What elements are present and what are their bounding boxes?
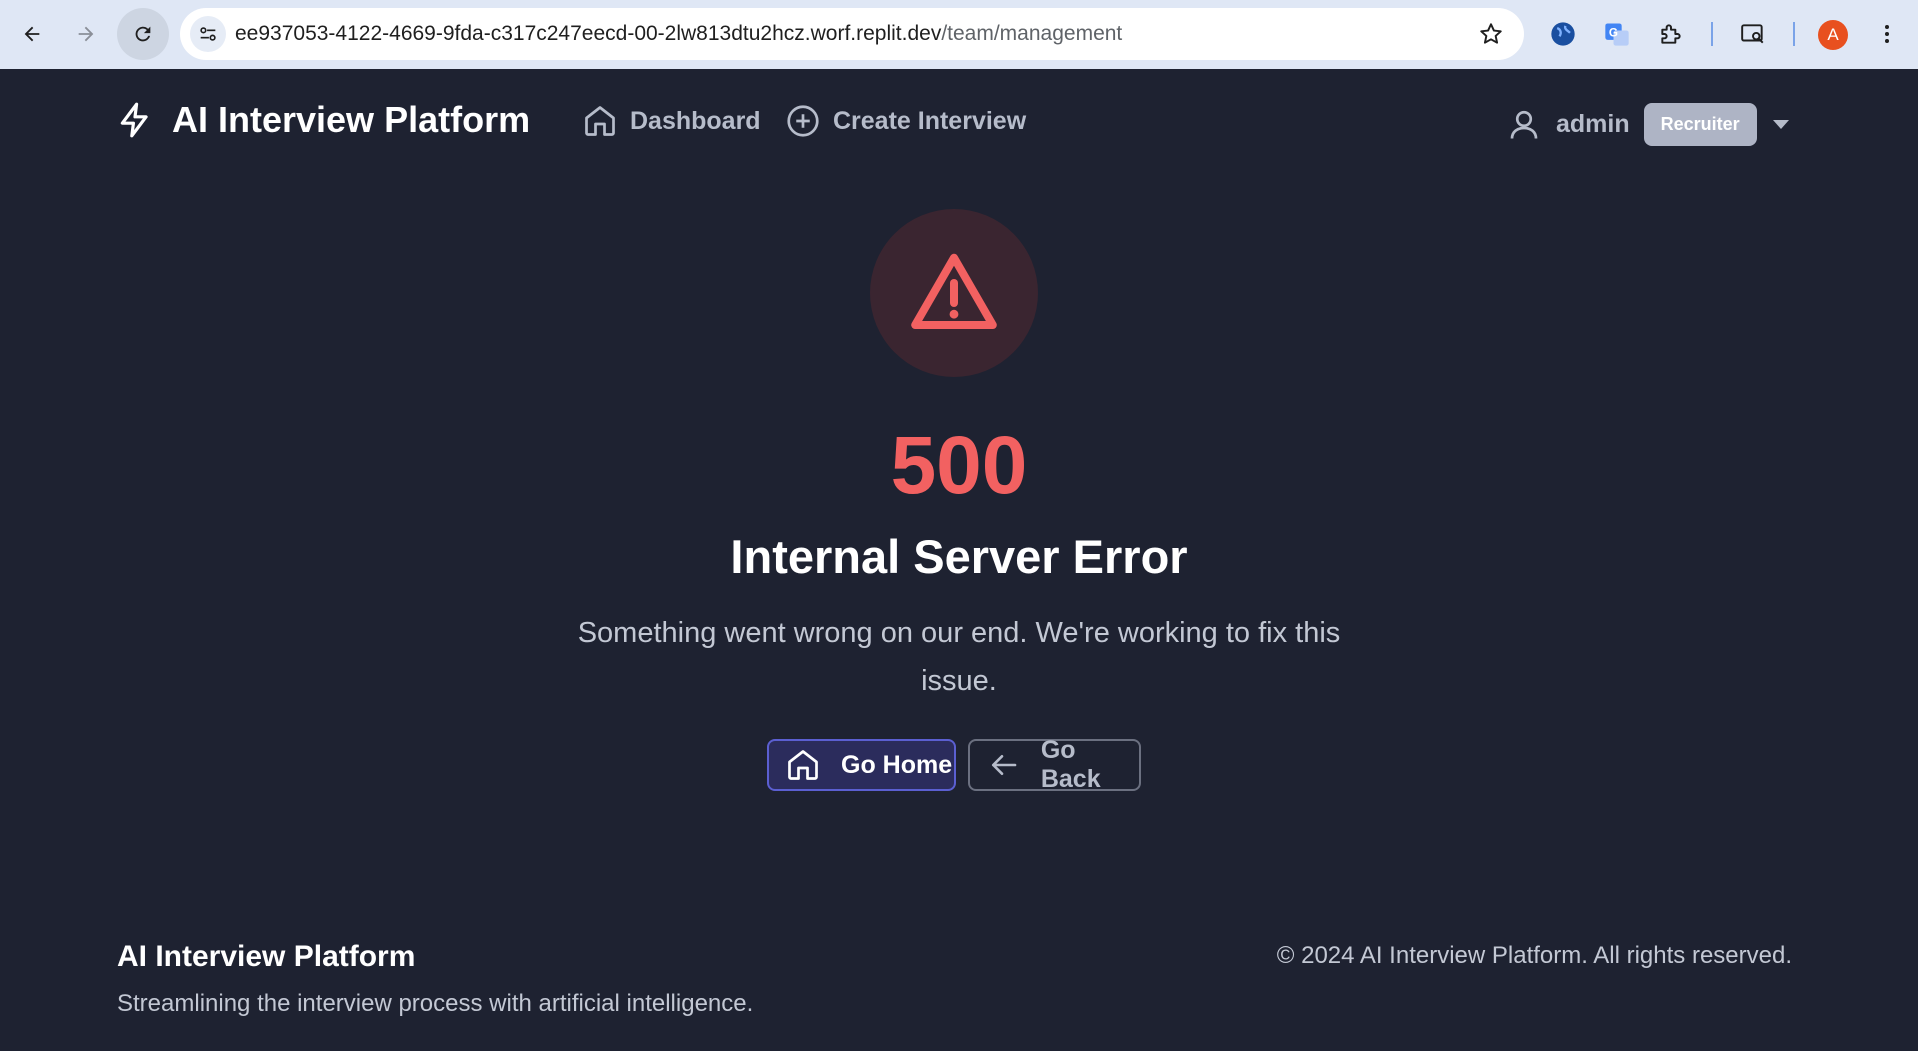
user-icon bbox=[1510, 110, 1538, 139]
nav-create-interview-label: Create Interview bbox=[833, 106, 1027, 135]
error-title: Internal Server Error bbox=[730, 530, 1188, 583]
toolbar-divider bbox=[1793, 22, 1795, 46]
reload-icon bbox=[135, 26, 151, 42]
lightning-icon bbox=[120, 102, 148, 138]
footer-tagline: Streamlining the interview process with … bbox=[117, 990, 754, 1017]
arrow-left-icon bbox=[24, 26, 40, 42]
reload-button[interactable] bbox=[117, 8, 169, 60]
more-menu-icon[interactable] bbox=[1871, 18, 1903, 50]
footer-title: AI Interview Platform bbox=[117, 940, 416, 973]
profile-avatar[interactable]: A bbox=[1818, 20, 1848, 50]
translate-extension-icon[interactable]: G bbox=[1601, 18, 1633, 50]
error-message: Something went wrong on our end. We're w… bbox=[577, 617, 1341, 697]
address-bar[interactable]: ee937053-4122-4669-9fda-c317c247eecd-00-… bbox=[180, 8, 1524, 60]
svg-text:G: G bbox=[1609, 26, 1618, 39]
brand-link[interactable]: AI Interview Platform bbox=[116, 99, 530, 141]
site-info-icon[interactable] bbox=[190, 16, 226, 52]
warning-triangle-icon bbox=[911, 253, 997, 329]
forward-nav-button[interactable] bbox=[66, 14, 106, 54]
user-menu[interactable]: admin Recruiter bbox=[1506, 103, 1789, 146]
arrow-right-icon bbox=[78, 26, 94, 42]
error-code: 500 bbox=[890, 420, 1028, 511]
tab-search-icon[interactable] bbox=[1737, 18, 1769, 50]
chevron-down-icon[interactable] bbox=[1772, 120, 1789, 129]
warning-badge bbox=[870, 209, 1038, 377]
role-badge: Recruiter bbox=[1643, 103, 1757, 146]
nav-dashboard-label: Dashboard bbox=[630, 106, 761, 135]
browser-toolbar: ee937053-4122-4669-9fda-c317c247eecd-00-… bbox=[0, 0, 1918, 69]
go-back-button[interactable]: Go Back bbox=[968, 736, 1141, 793]
home-icon bbox=[585, 106, 615, 136]
user-name: admin bbox=[1556, 110, 1630, 138]
url-text[interactable]: ee937053-4122-4669-9fda-c317c247eecd-00-… bbox=[235, 8, 1122, 60]
error-page: 500 Internal Server Error Something went… bbox=[0, 179, 1918, 819]
app-header: AI Interview Platform Dashboard Create I… bbox=[0, 69, 1918, 179]
page-footer: AI Interview Platform Streamlining the i… bbox=[0, 920, 1918, 1051]
globe-extension-icon[interactable] bbox=[1547, 18, 1579, 50]
home-icon bbox=[788, 750, 818, 780]
go-home-label: Go Home bbox=[841, 750, 953, 779]
footer-copyright: © 2024 AI Interview Platform. All rights… bbox=[1276, 942, 1792, 969]
nav-create-interview-link[interactable]: Create Interview bbox=[785, 103, 1026, 139]
extensions-puzzle-icon[interactable] bbox=[1655, 18, 1687, 50]
bookmark-star-icon[interactable] bbox=[1478, 21, 1504, 47]
arrow-left-icon bbox=[991, 754, 1017, 776]
back-nav-button[interactable] bbox=[12, 14, 52, 54]
brand-title: AI Interview Platform bbox=[172, 99, 531, 140]
nav-dashboard-link[interactable]: Dashboard bbox=[582, 103, 761, 139]
go-home-button[interactable]: Go Home bbox=[767, 739, 956, 791]
url-path: /team/management bbox=[941, 22, 1123, 45]
toolbar-divider bbox=[1711, 22, 1713, 46]
plus-circle-icon bbox=[787, 105, 819, 137]
url-host: ee937053-4122-4669-9fda-c317c247eecd-00-… bbox=[235, 22, 942, 45]
go-back-label: Go Back bbox=[1040, 736, 1101, 793]
